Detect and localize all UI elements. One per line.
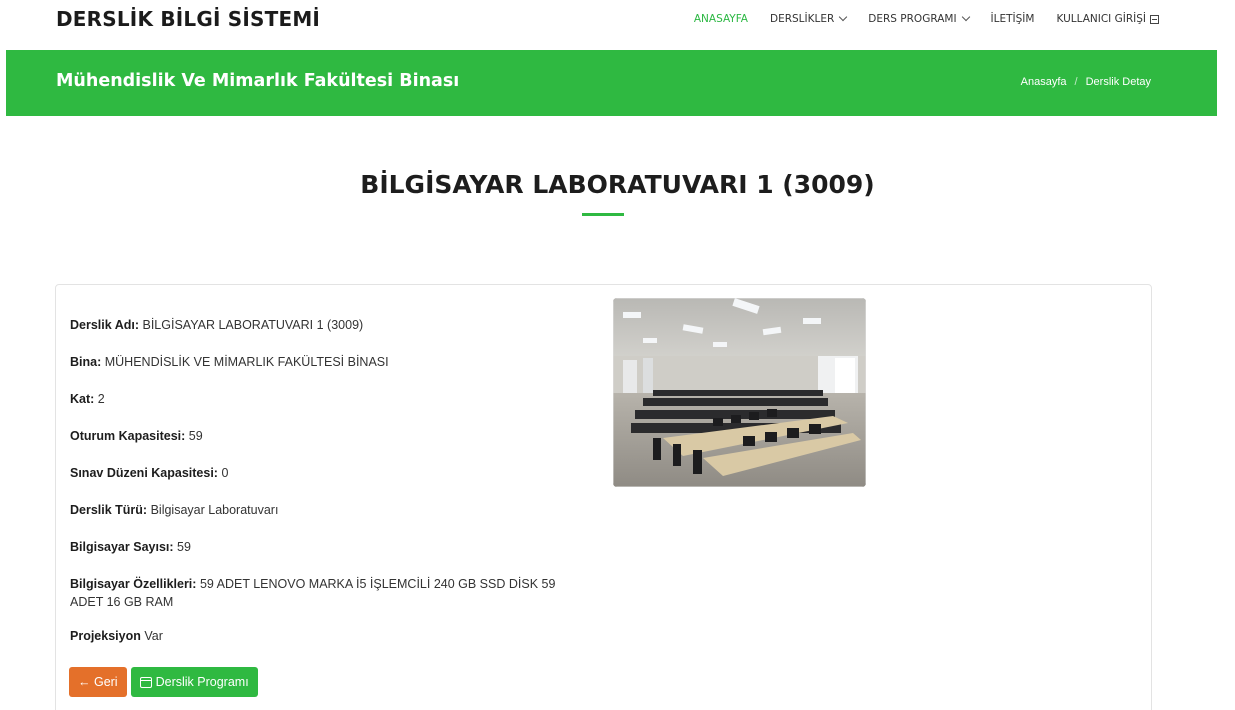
detail-row-building: Bina: MÜHENDİSLİK VE MİMARLIK FAKÜLTESİ … (70, 353, 590, 371)
building-title: Mühendislik Ve Mimarlık Fakültesi Binası (56, 71, 460, 91)
nav-login[interactable]: KULLANICI GİRİŞİ (1056, 13, 1159, 25)
calendar-icon (139, 676, 152, 688)
page-title: BİLGİSAYAR LABORATUVARI 1 (3009) (360, 170, 875, 199)
detail-row-seating-capacity: Oturum Kapasitesi: 59 (70, 427, 590, 445)
detail-value: Var (144, 629, 163, 643)
nav-schedule[interactable]: DERS PROGRAMI (868, 12, 970, 25)
chevron-down-icon (961, 12, 970, 22)
nav-contact[interactable]: İLETİŞİM (991, 13, 1035, 25)
nav-schedule-label: DERS PROGRAMI (868, 13, 957, 25)
top-navbar: DERSLİK BİLGİ SİSTEMİ ANASAYFA DERSLİKLE… (0, 0, 1235, 50)
detail-value: MÜHENDİSLİK VE MİMARLIK FAKÜLTESİ BİNASI (104, 355, 389, 369)
classroom-info: Derslik Adı: BİLGİSAYAR LABORATUVARI 1 (… (70, 316, 590, 664)
detail-row-floor: Kat: 2 (70, 390, 590, 408)
breadcrumb-current: Derslik Detay (1085, 76, 1151, 88)
detail-value: 2 (97, 392, 105, 406)
detail-row-computer-count: Bilgisayar Sayısı: 59 (70, 538, 590, 556)
back-button[interactable]: ← Geri (69, 667, 127, 697)
chevron-down-icon (839, 12, 848, 22)
detail-value: BİLGİSAYAR LABORATUVARI 1 (3009) (142, 318, 364, 332)
detail-row-type: Derslik Türü: Bilgisayar Laboratuvarı (70, 501, 590, 519)
detail-row-projector: Projeksiyon Var (70, 627, 590, 645)
detail-row-name: Derslik Adı: BİLGİSAYAR LABORATUVARI 1 (… (70, 316, 590, 334)
detail-label: Derslik Türü: (70, 503, 148, 517)
action-buttons: ← Geri Derslik Programı (69, 667, 258, 697)
detail-label: Derslik Adı: (70, 318, 140, 332)
nav-classrooms-label: DERSLİKLER (769, 13, 835, 25)
detail-value: 0 (221, 466, 229, 480)
nav-classrooms[interactable]: DERSLİKLER (769, 12, 848, 25)
detail-value: 59 (177, 540, 191, 554)
nav-contact-label: İLETİŞİM (990, 13, 1035, 25)
detail-label: Bilgisayar Sayısı: (70, 540, 174, 554)
breadcrumb: Anasayfa / Derslik Detay (1021, 76, 1151, 88)
classroom-detail-card: Derslik Adı: BİLGİSAYAR LABORATUVARI 1 (… (55, 284, 1152, 710)
detail-row-computer-specs: Bilgisayar Özellikleri: 59 ADET LENOVO M… (70, 575, 590, 611)
detail-row-exam-capacity: Sınav Düzeni Kapasitesi: 0 (70, 464, 590, 482)
nav-home-label: ANASAYFA (693, 13, 748, 25)
site-logo[interactable]: DERSLİK BİLGİ SİSTEMİ (56, 7, 320, 31)
main-nav: ANASAYFA DERSLİKLER DERS PROGRAMI İLETİŞ… (672, 12, 1159, 26)
detail-value: Bilgisayar Laboratuvarı (150, 503, 279, 517)
detail-label: Oturum Kapasitesi: (70, 429, 186, 443)
classroom-program-button[interactable]: Derslik Programı (130, 667, 258, 697)
detail-label: Bina: (70, 355, 102, 369)
detail-value: 59 (188, 429, 203, 443)
breadcrumb-separator: / (1074, 76, 1078, 88)
nav-home[interactable]: ANASAYFA (694, 13, 748, 25)
page-banner: Mühendislik Ve Mimarlık Fakültesi Binası… (6, 50, 1217, 116)
classroom-photo (613, 298, 866, 487)
detail-label: Kat: (70, 392, 95, 406)
breadcrumb-home[interactable]: Anasayfa (1021, 76, 1067, 88)
title-underline (582, 213, 624, 216)
nav-login-label: KULLANICI GİRİŞİ (1056, 13, 1146, 25)
classroom-program-label: Derslik Programı (155, 675, 249, 689)
detail-label: Bilgisayar Özellikleri: (70, 577, 197, 591)
detail-label: Projeksiyon (70, 629, 141, 643)
detail-label: Sınav Düzeni Kapasitesi: (70, 466, 218, 480)
login-icon (1150, 14, 1159, 24)
